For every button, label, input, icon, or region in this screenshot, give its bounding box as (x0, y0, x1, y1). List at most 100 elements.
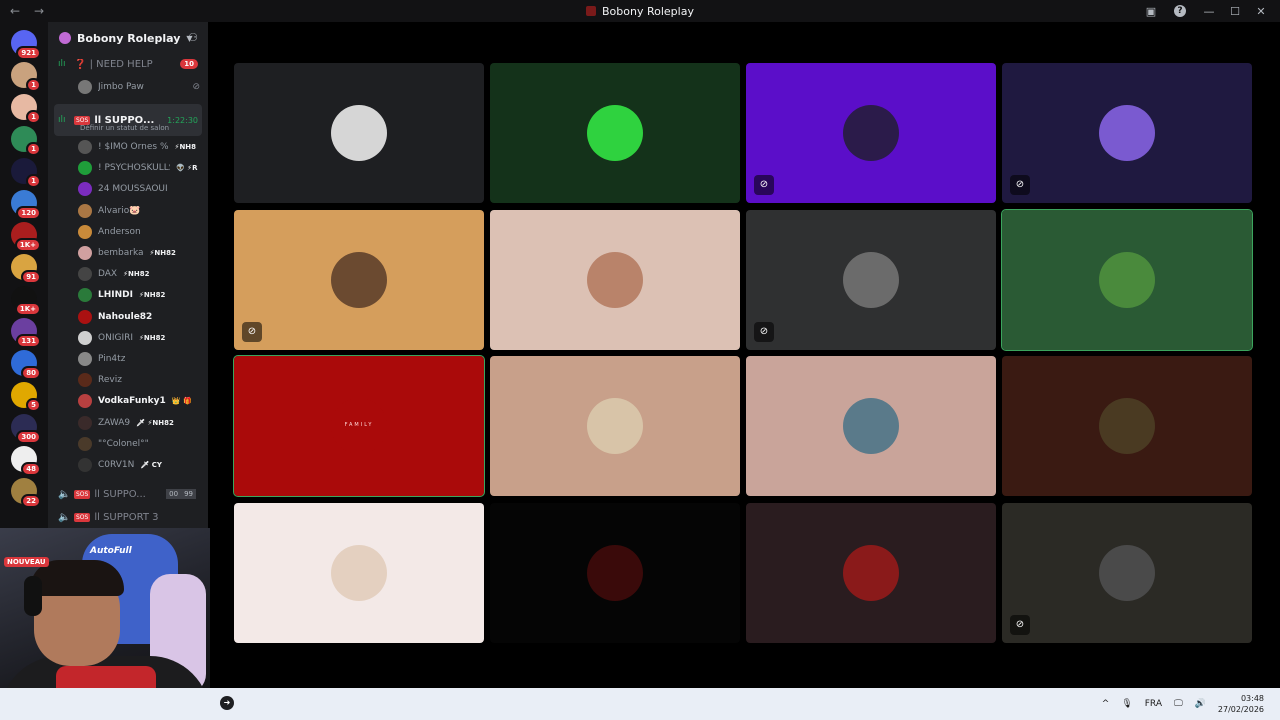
server-icon[interactable]: 5 (11, 382, 41, 412)
server-icon[interactable]: 1K+ (11, 286, 41, 316)
participant-tile[interactable] (746, 502, 996, 643)
avatar (78, 80, 92, 94)
user-count-current: 00 (166, 489, 182, 499)
server-icon[interactable]: 80 (11, 350, 41, 380)
voice-channel-support-3[interactable]: 🔈 SOS ll SUPPORT 3 (54, 507, 202, 527)
server-badge: 131 (16, 334, 41, 348)
avatar (78, 267, 92, 282)
system-tray: ^ 🎙 FRA 🖵 🔊 03:48 27/02/2026 (1102, 688, 1280, 720)
member-name: DAX (98, 269, 118, 280)
server-badge: 1 (26, 142, 41, 156)
server-icon[interactable]: 131 (11, 318, 41, 348)
participant-tile[interactable] (234, 502, 484, 643)
server-logo-icon (586, 6, 597, 16)
voice-member[interactable]: C0RV1N 🗡 CY (78, 456, 200, 474)
avatar (78, 352, 92, 366)
member-tag: ⚡NH82 (149, 249, 176, 257)
server-icon[interactable]: 91 (11, 254, 41, 284)
server-icon[interactable]: 1 (11, 158, 41, 188)
member-name: "°Colonel°" (98, 438, 149, 449)
voice-member[interactable]: Pin4tz (78, 350, 200, 368)
avatar (78, 330, 92, 345)
participant-tile[interactable] (1001, 208, 1253, 351)
participant-tile[interactable] (490, 63, 740, 203)
tray-chevron-icon[interactable]: ^ (1102, 699, 1110, 709)
voice-channel-support-active[interactable]: ılı SOS ll SUPPO... 1:22:30 Définir un s… (54, 104, 202, 136)
server-icon[interactable]: 1K+ (11, 222, 41, 252)
inbox-icon[interactable]: ▣ (1138, 5, 1164, 18)
server-header[interactable]: Bobony Roleplay ▼ ⚇ (48, 22, 208, 54)
member-name: ! $IMO Ornes % (98, 142, 169, 152)
avatar (78, 458, 92, 472)
voice-member[interactable]: LHINDI ⚡NH82 (78, 286, 200, 304)
speaker-icon: 🔈 (58, 488, 71, 500)
participant-tile[interactable] (234, 63, 484, 203)
microphone-icon[interactable]: 🎙 (1121, 699, 1132, 709)
voice-channel-support-2[interactable]: 🔈 SOS ll SUPPO... 00 99 (54, 484, 202, 504)
participant-tile[interactable]: ⊘ (234, 209, 484, 350)
server-icon[interactable]: 921 (11, 30, 41, 60)
voice-member[interactable]: VodkaFunky1 👑 🎁 (78, 392, 200, 410)
server-badge: 80 (21, 366, 41, 380)
participant-tile[interactable] (490, 209, 740, 350)
discord-app-icon[interactable]: ➜ (220, 696, 234, 710)
server-icon[interactable]: 1 (11, 94, 41, 124)
voice-member[interactable]: Jimbo Paw ⊘ (78, 78, 200, 96)
voice-member[interactable]: bembarka ⚡NH82 (78, 244, 200, 262)
participant-tile[interactable]: ⊘ (746, 209, 996, 350)
voice-member[interactable]: ! PSYCHOSKULLS 👽 ⚡R (78, 159, 200, 177)
member-name: Nahoule82 (98, 311, 153, 322)
avatar (78, 140, 92, 154)
participant-tile[interactable]: ⊘ (1002, 502, 1252, 643)
participant-tile[interactable]: ⊘ (746, 63, 996, 203)
language-indicator[interactable]: FRA (1145, 699, 1162, 709)
server-badge: 1 (26, 174, 41, 188)
participant-tile[interactable] (1002, 356, 1252, 496)
voice-grid: ⊘ ⊘ ⊘ ⊘ FAMILY ⊘ (233, 63, 1254, 645)
participant-tile[interactable]: FAMILY (233, 355, 485, 497)
server-badge: 1K+ (14, 238, 41, 252)
member-name: ONIGIRI (98, 332, 134, 343)
voice-member[interactable]: ! $IMO Ornes % ⚡NH8 (78, 138, 200, 156)
server-icon[interactable]: 300 (11, 414, 41, 444)
participant-avatar (587, 398, 643, 454)
server-icon[interactable]: 1 (11, 126, 41, 156)
voice-member[interactable]: Reviz (78, 371, 200, 389)
voice-member[interactable]: "°Colonel°" (78, 435, 200, 453)
avatar (78, 436, 92, 451)
avatar (78, 182, 92, 197)
channel-status[interactable]: Définir un statut de salon (80, 124, 169, 132)
maximize-button[interactable]: ☐ (1222, 5, 1248, 18)
participant-tile[interactable] (746, 356, 996, 496)
server-icon[interactable]: 22 (11, 478, 41, 508)
voice-member[interactable]: Nahoule82 (78, 308, 200, 326)
voice-member[interactable]: Alvario🐷 (78, 202, 200, 220)
voice-member[interactable]: 24 MOUSSAOUI (78, 180, 200, 198)
voice-member[interactable]: ZAWA9 🗡 ⚡NH82 (78, 414, 200, 432)
close-button[interactable]: ✕ (1248, 5, 1274, 18)
server-icon[interactable]: 1 (11, 62, 41, 92)
headset (24, 576, 42, 616)
server-badge: 300 (16, 430, 41, 444)
participant-tile[interactable]: ⊘ (1002, 63, 1252, 203)
participant-tile[interactable] (490, 502, 740, 643)
server-icon[interactable]: 48 (11, 446, 41, 476)
invite-people-icon[interactable]: ⚇ (188, 31, 198, 44)
participant-tile[interactable] (490, 356, 740, 496)
voice-member[interactable]: ONIGIRI ⚡NH82 (78, 329, 200, 347)
voice-member[interactable]: Anderson (78, 223, 200, 241)
clock[interactable]: 03:48 27/02/2026 (1218, 693, 1264, 715)
voice-channel-need-help[interactable]: ılı ❓ | NEED HELP 10 (54, 54, 202, 74)
server-badge: 91 (21, 270, 41, 284)
minimize-button[interactable]: — (1196, 5, 1222, 18)
avatar (78, 203, 92, 218)
volume-icon[interactable]: 🔊 (1195, 699, 1206, 709)
help-icon[interactable]: ? (1174, 5, 1186, 17)
member-tag: 🗡 CY (140, 461, 162, 469)
monitor-icon[interactable]: 🖵 (1174, 699, 1183, 709)
member-tag: ⚡NH82 (138, 291, 166, 300)
server-icon[interactable]: 120 (11, 190, 41, 220)
mention-badge: 10 (180, 59, 198, 69)
voice-member[interactable]: DAX ⚡NH82 (78, 265, 200, 283)
member-name: Jimbo Paw (98, 82, 144, 92)
